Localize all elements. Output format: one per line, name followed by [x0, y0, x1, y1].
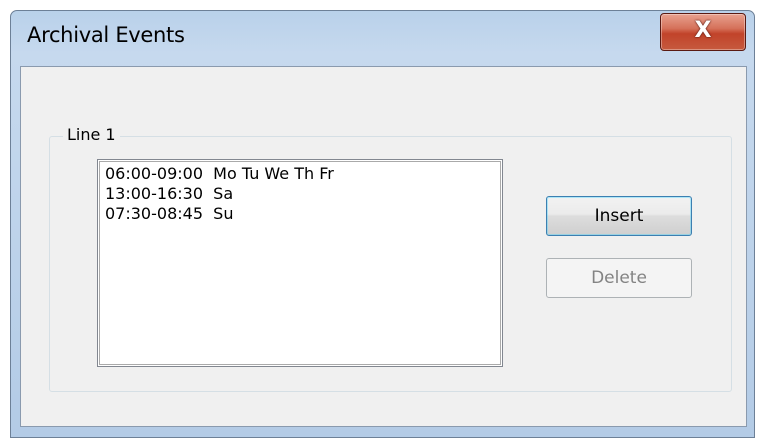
list-item[interactable]: 07:30-08:45 Su [105, 204, 495, 224]
list-item[interactable]: 13:00-16:30 Sa [105, 184, 495, 204]
title-bar[interactable]: Archival Events X [11, 11, 754, 63]
groupbox-label: Line 1 [63, 125, 120, 144]
close-icon: X [694, 18, 712, 43]
delete-button[interactable]: Delete [546, 258, 692, 298]
dialog-window: Archival Events X Line 1 06:00-09:00 Mo … [10, 10, 755, 438]
events-listbox[interactable]: 06:00-09:00 Mo Tu We Th Fr 13:00-16:30 S… [97, 159, 503, 367]
window-title: Archival Events [27, 23, 185, 47]
close-button[interactable]: X [660, 13, 746, 51]
insert-button[interactable]: Insert [546, 196, 692, 236]
dialog-client-area: Line 1 06:00-09:00 Mo Tu We Th Fr 13:00-… [20, 66, 747, 427]
list-item[interactable]: 06:00-09:00 Mo Tu We Th Fr [105, 164, 495, 184]
